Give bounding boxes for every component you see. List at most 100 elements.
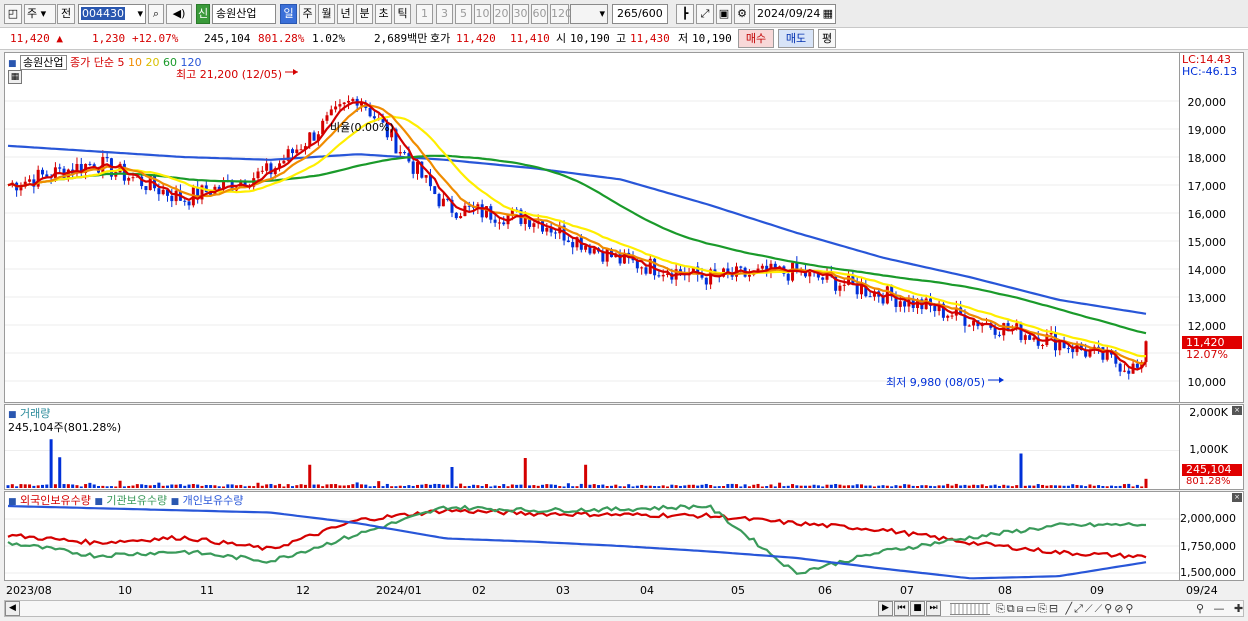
volume-bar [722,485,726,488]
volume-bar [416,484,420,488]
candle-body [368,107,372,117]
legend-individual: 개인보유수량 [182,494,244,507]
volume-bar [153,484,157,488]
candle-body [553,232,557,234]
volume-bar [441,484,445,488]
volume-bar [743,484,747,488]
candle-body [433,186,437,195]
volume-bar [92,484,96,488]
candle-body [372,116,376,119]
volume-bar [316,484,320,488]
volume-bar [1101,485,1105,488]
volume-bar [1049,485,1053,488]
volume-bar [321,486,325,488]
candle-body [1127,370,1131,374]
volume-bar [752,484,756,488]
volume-bar [657,486,661,488]
zoom-controls-icon[interactable]: ⚲ — ✚ A [1196,602,1248,615]
volume-bar [109,486,113,488]
panel-close-icon[interactable]: × [1232,406,1242,415]
volume-bar [329,484,333,488]
volume-bar [907,484,911,488]
grid-toggle-icon[interactable]: ▦ [8,70,22,84]
volume-bar [713,486,717,488]
candle-body [661,274,665,277]
volume-bar [424,483,428,488]
volume-bar [670,484,674,488]
volume-bar [877,485,881,488]
volume-bar [19,484,23,488]
volume-bar [71,484,75,488]
volume-bar [894,485,898,488]
volume-bar [795,485,799,488]
volume-bar [829,484,833,488]
panel-close-icon[interactable]: × [1232,493,1242,502]
candle-body [838,285,842,291]
volume-bar [855,484,859,488]
price-tick: 10,000 [1187,376,1227,389]
scroll-last-icon[interactable]: ⏭ [926,601,941,616]
volume-bar [834,483,838,488]
volume-bar [252,486,256,488]
volume-bar [239,484,243,488]
holdings-tick: 1,750,000 [1180,540,1236,553]
volume-bar [1002,484,1006,488]
candle-body [821,277,825,280]
volume-bar [489,486,493,488]
volume-bar [993,484,997,488]
volume-bar [812,484,816,488]
candle-body [502,222,506,225]
volume-bar [860,484,863,488]
chart-canvas [5,69,1179,580]
scroll-right-icon[interactable]: ▶ [878,601,893,616]
candle-body [454,212,458,219]
legend-stock-name[interactable]: 송원산업 [20,55,67,70]
volume-bar [40,484,44,488]
stop-icon[interactable]: ■ [910,601,925,616]
volume-bar [584,464,588,488]
volume-bar [696,485,700,488]
volume-pct-tag: 801.28% [1186,476,1231,487]
candle-body [933,305,937,312]
volume-bar [890,486,894,488]
scroll-first-icon[interactable]: ⏮ [894,601,909,616]
x-axis-tick: 10 [118,584,132,597]
drawing-tools-icon[interactable]: ⎘⧉⧈▭⎘⊟ ╱⤢⟋⟋⚲⊘⚲ [996,602,1136,616]
candle-body [416,161,420,174]
volume-bar [1075,484,1079,488]
volume-bar [1066,485,1070,488]
candle-body [40,169,44,175]
candle-body [403,152,407,154]
volume-bar [1114,486,1118,488]
volume-bar [1015,485,1019,488]
volume-bar [291,486,294,488]
volume-bar [924,485,928,488]
volume-info: 245,104주(801.28%) [8,421,122,434]
volume-bar [786,485,790,488]
volume-bar [674,485,678,488]
volume-bar [433,483,437,488]
candle-body [174,190,178,202]
volume-bar [463,486,467,488]
volume-bar [398,485,402,488]
volume-bar [200,485,204,488]
volume-bar [799,485,803,488]
volume-bar [334,484,338,488]
zoom-slider[interactable] [950,603,990,615]
volume-bar [726,484,730,488]
volume-bar [497,485,501,488]
volume-bar [765,486,769,488]
volume-bar [808,485,812,488]
volume-bar [903,484,907,488]
volume-bar [191,483,195,488]
scroll-left-icon[interactable]: ◀ [5,601,20,616]
volume-bar [247,485,251,488]
price-tick: 18,000 [1187,152,1227,165]
volume-bar [1036,484,1040,488]
volume-bar [562,486,566,488]
volume-bar [122,486,126,488]
volume-bar [472,484,476,488]
volume-bar [32,485,36,488]
candle-body [868,296,872,298]
volume-bar [635,485,639,488]
